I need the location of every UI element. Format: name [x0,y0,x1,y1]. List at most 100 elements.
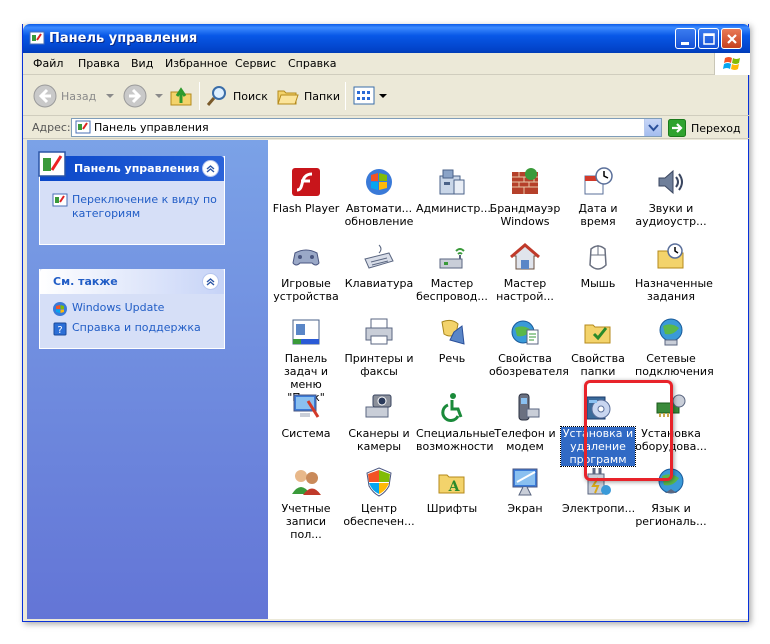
item-label: Телефон и модем [494,427,556,453]
item-label: Клавиатура [344,277,414,290]
views-icon [353,86,375,105]
control-panel-window: Панель управления Файл Правка Вид Избран… [22,24,750,622]
item-label: Сканеры и камеры [348,427,410,453]
network-setup-icon [510,243,540,270]
windows-update-link[interactable]: Windows Update [52,301,164,317]
item-label: Центр обеспечен... [343,502,415,528]
item-label: Назначенные задания [635,277,713,303]
folders-button[interactable]: Папки [276,81,340,111]
menu-view[interactable]: Вид [131,57,153,70]
user-accounts-item[interactable]: Учетные записи пол... [269,466,343,541]
sounds-item[interactable]: Звуки и аудиоустр... [634,166,708,228]
fonts-item[interactable]: A Шрифты [415,466,489,515]
flash-player-item[interactable]: Flash Player [269,166,343,215]
firewall-item[interactable]: Брандмауэр Windows [488,166,562,228]
item-label: Flash Player [272,202,340,215]
game-controllers-item[interactable]: Игровые устройства [269,241,343,303]
date-time-item[interactable]: Дата и время [561,166,635,228]
search-icon [206,86,226,106]
control-panel-icon [29,31,45,45]
scanners-cameras-icon [365,394,392,418]
accessibility-item[interactable]: Специальные возможности [415,391,495,453]
item-label: Сетевые подключения [635,352,714,378]
display-item[interactable]: Экран [488,466,562,515]
add-hardware-item[interactable]: Установка оборудова... [634,391,708,453]
item-label: Электропи... [562,502,636,515]
keyboard-icon [364,244,394,269]
menu-tools[interactable]: Сервис [235,57,276,70]
printers-item[interactable]: Принтеры и факсы [342,316,416,378]
go-label: Переход [691,121,741,135]
item-label: Язык и региональ... [635,502,707,528]
menu-file[interactable]: Файл [33,57,63,70]
power-options-item[interactable]: Электропи... [561,466,635,515]
menu-help[interactable]: Справка [288,57,336,70]
see-also-box: См. также Windows Update ? Справка и под… [39,269,225,349]
regional-language-item[interactable]: Язык и региональ... [634,466,708,528]
maximize-icon [703,33,715,45]
administrative-tools-item[interactable]: Администр... [415,166,491,215]
close-button[interactable] [721,28,742,49]
network-setup-item[interactable]: Мастер настрой... [488,241,562,303]
phone-modem-icon [518,393,540,421]
scheduled-tasks-item[interactable]: Назначенные задания [634,241,713,303]
sounds-icon [658,169,683,195]
internet-options-item[interactable]: Свойства обозревателя [488,316,569,378]
network-connections-icon [659,318,683,346]
address-field[interactable]: Панель управления [71,118,662,137]
game-controllers-icon [292,249,320,266]
speech-icon [441,319,465,345]
address-dropdown[interactable] [644,119,661,136]
wireless-wizard-item[interactable]: Мастер беспровод... [415,241,489,303]
chevron-up-double-icon [206,165,215,173]
folder-options-item[interactable]: Свойства папки [561,316,635,378]
control-panel-box-header[interactable]: Панель управления [38,151,224,181]
search-label: Поиск [233,89,268,103]
forward-arrow-icon [123,84,147,108]
item-label: Установка оборудова... [635,427,707,453]
minimize-icon [681,42,689,45]
flash-player-icon [292,168,320,196]
collapse-button[interactable] [202,273,219,290]
security-center-item[interactable]: Центр обеспечен... [342,466,416,528]
add-hardware-icon [656,394,686,417]
see-also-title: См. также [53,275,118,288]
folder-options-icon [584,324,611,344]
toolbar-separator [345,82,346,110]
item-label: Звуки и аудиоустр... [635,202,707,228]
back-button[interactable]: Назад [33,81,116,111]
speech-item[interactable]: Речь [415,316,489,365]
scanners-cameras-item[interactable]: Сканеры и камеры [342,391,416,453]
menu-favorites[interactable]: Избранное [165,57,227,70]
mouse-icon [589,245,607,270]
windows-logo [714,53,750,75]
folders-icon [277,90,299,105]
search-button[interactable]: Поиск [205,81,268,111]
maximize-button[interactable] [698,28,719,49]
keyboard-item[interactable]: Клавиатура [342,241,416,290]
automatic-updates-item[interactable]: Автомати... обновление [342,166,416,228]
see-also-header[interactable]: См. также [40,269,224,294]
system-item[interactable]: Система [269,391,343,440]
help-support-link[interactable]: ? Справка и поддержка [52,321,201,337]
minimize-button[interactable] [675,28,696,49]
title-bar[interactable]: Панель управления [23,24,750,53]
views-button[interactable] [352,81,388,111]
forward-button[interactable] [123,81,165,111]
up-folder-button[interactable] [169,81,193,111]
item-label: Брандмауэр Windows [489,202,561,228]
collapse-button[interactable] [202,160,219,177]
item-label: Свойства обозревателя [489,352,569,378]
window-title: Панель управления [49,31,198,46]
phone-modem-item[interactable]: Телефон и модем [488,391,562,453]
network-connections-item[interactable]: Сетевые подключения [634,316,714,378]
add-remove-programs-item[interactable]: Установка и удаление программ [560,391,636,467]
menu-edit[interactable]: Правка [78,57,120,70]
switch-category-view-link[interactable]: Переключение к виду по категориям [52,193,222,221]
go-button[interactable]: Переход [668,118,741,138]
mouse-item[interactable]: Мышь [561,241,635,290]
control-panel-large-icon [38,151,66,177]
chevron-down-icon [155,94,163,98]
date-time-icon [584,167,613,195]
power-options-icon [587,468,611,495]
